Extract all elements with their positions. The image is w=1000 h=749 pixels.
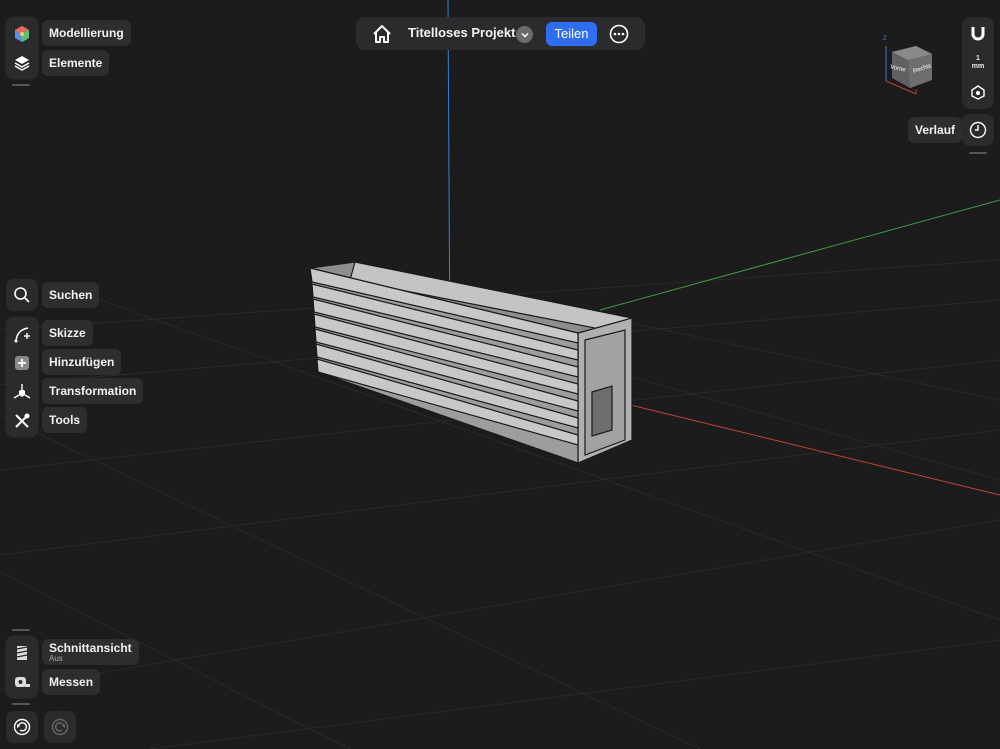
section-view-button[interactable] [7,638,37,668]
home-button[interactable] [370,22,394,46]
section-view-label[interactable]: Schnittansicht Aus [42,639,139,665]
measure-label[interactable]: Messen [42,669,101,695]
3d-model[interactable] [309,261,634,464]
tape-measure-icon [15,677,30,687]
sketch-button[interactable] [7,319,37,349]
sketch-curve-icon [14,327,30,343]
more-options-button[interactable] [608,23,630,45]
elements-button[interactable] [7,48,37,78]
3d-viewport[interactable] [0,0,1000,749]
plus-box-icon [15,356,29,370]
share-button[interactable]: Teilen [546,22,597,46]
layers-icon [14,56,30,71]
undo-icon [13,718,31,736]
clock-icon [969,121,987,139]
separator [12,703,30,705]
section-view-icon [16,646,28,660]
modeling-label[interactable]: Modellierung [42,20,131,46]
add-button[interactable] [7,348,37,378]
view-cube-axis-z: Z [883,36,887,42]
magnet-button[interactable] [969,24,987,42]
transform-button[interactable] [7,377,37,407]
search-button[interactable] [6,279,38,311]
tools-label[interactable]: Tools [42,407,88,433]
ellipsis-circle-icon [609,24,629,44]
search-label[interactable]: Suchen [42,282,100,308]
modeling-button[interactable] [7,19,37,49]
axis-y-line [599,199,1000,311]
section-view-state: Aus [49,654,63,663]
view-cube-axis-x: X [914,90,919,96]
undo-button[interactable] [6,711,38,743]
sketch-label[interactable]: Skizze [42,320,93,346]
axis-x-line [609,399,1000,496]
add-label[interactable]: Hinzufügen [42,349,122,375]
history-label[interactable]: Verlauf [908,117,963,143]
search-icon [14,287,30,303]
redo-icon [51,718,69,736]
elements-label[interactable]: Elemente [42,50,110,76]
history-button[interactable] [962,114,994,146]
snap-cube-icon [971,85,985,100]
redo-button[interactable] [44,711,76,743]
separator [969,152,987,154]
project-title[interactable]: Titelloses Projekt [408,25,515,40]
transform-axes-icon [13,384,31,399]
wrench-screwdriver-icon [15,413,30,428]
measure-button[interactable] [7,667,37,697]
separator [12,629,30,631]
home-icon [373,25,391,43]
grid-unit-value: 1 [976,55,980,62]
snap-button[interactable] [969,83,987,101]
grid-unit-button[interactable]: 1 mm [962,55,994,71]
chevron-down-icon [520,32,529,38]
grid-unit-unit: mm [971,63,985,70]
separator [12,84,30,86]
project-menu-button[interactable] [516,26,533,43]
transform-label[interactable]: Transformation [42,378,144,404]
magnet-icon [971,27,985,41]
tools-button[interactable] [7,406,37,436]
section-view-title: Schnittansicht [49,641,132,655]
view-cube[interactable]: Vorne Rechts Z X [880,36,940,98]
cube-color-icon [15,26,29,42]
